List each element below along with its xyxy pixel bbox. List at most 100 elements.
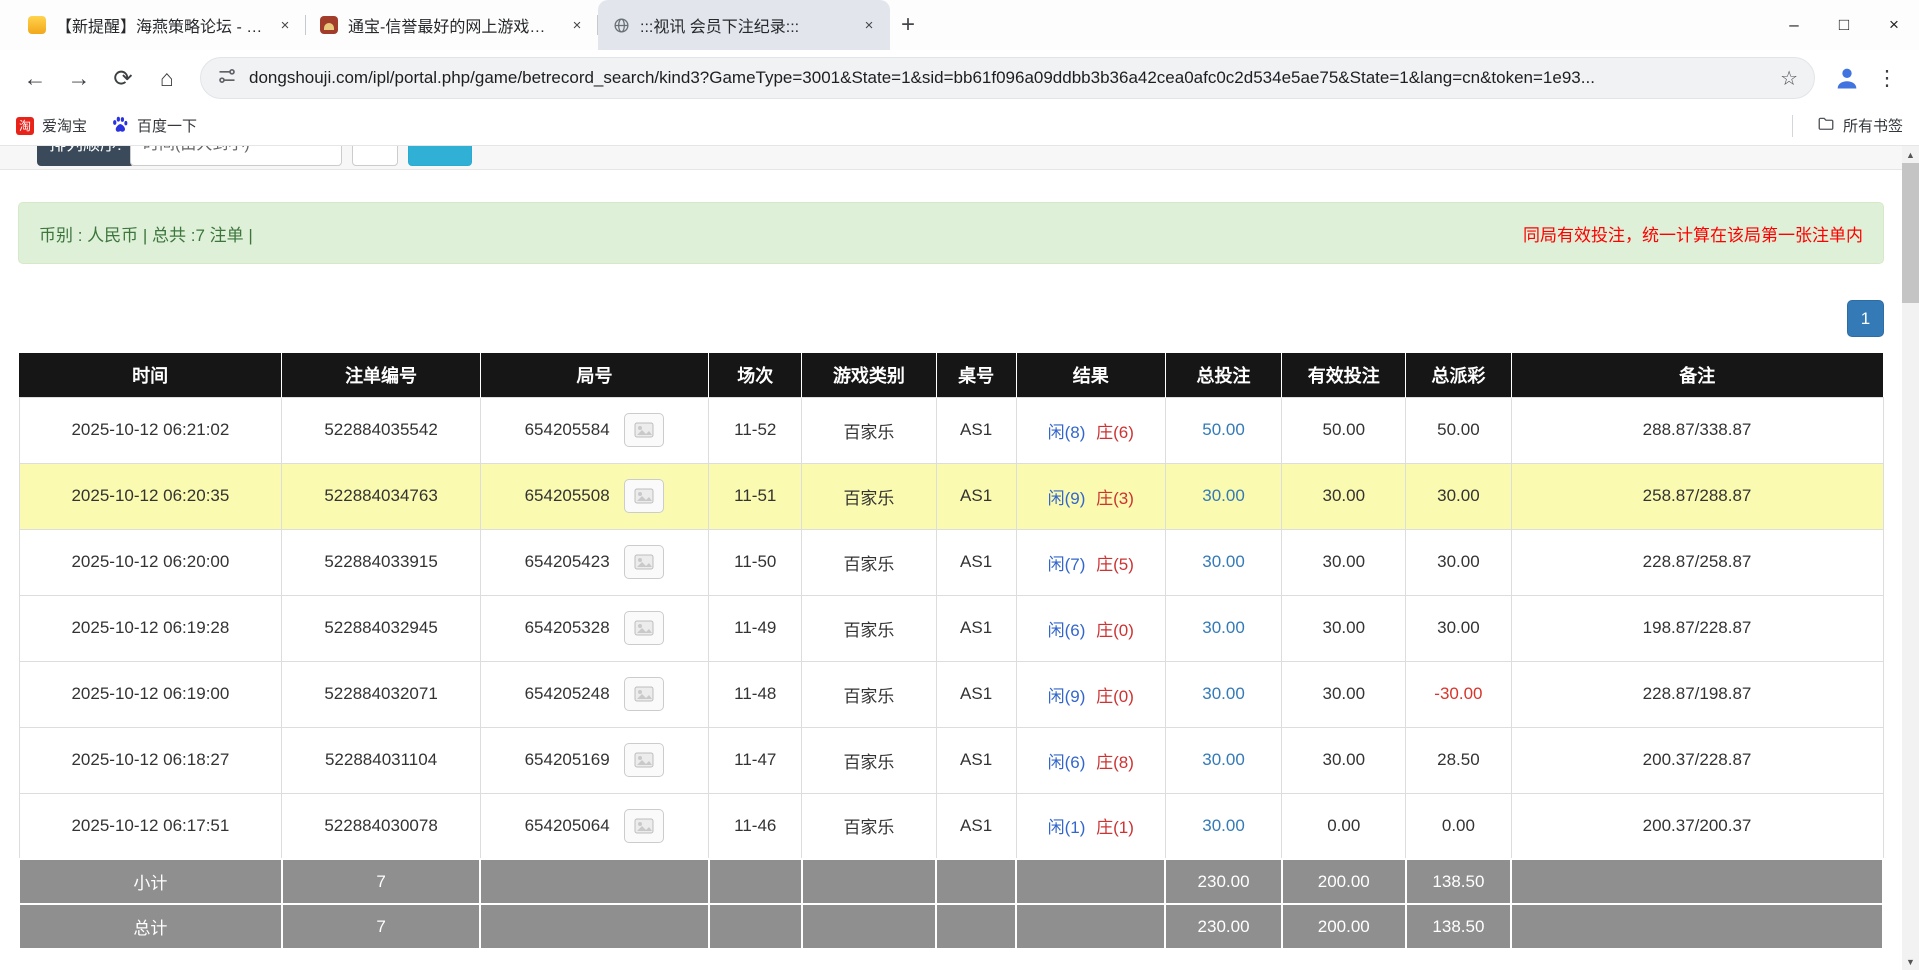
table-row: 2025-10-12 06:17:51 522884030078 6542050… [19, 793, 1883, 859]
cell-bet-id: 522884030078 [282, 793, 481, 859]
subtotal-label: 小计 [19, 859, 282, 904]
cell-note: 200.37/200.37 [1511, 793, 1883, 859]
cell-session: 11-47 [709, 727, 802, 793]
scroll-down-icon[interactable]: ▼ [1902, 953, 1919, 970]
replay-image-button[interactable] [624, 809, 664, 843]
cell-session: 11-51 [709, 463, 802, 529]
minimize-button[interactable]: – [1769, 0, 1819, 50]
maximize-button[interactable]: □ [1819, 0, 1869, 50]
result-banker: 庄(8) [1096, 753, 1134, 772]
all-bookmarks-button[interactable]: 所有书签 [1817, 115, 1903, 137]
site-info-icon[interactable] [217, 66, 237, 91]
bookmark-item-baidu[interactable]: 百度一下 [111, 115, 197, 137]
sort-order-input[interactable]: 时间(由大到小) [130, 146, 342, 166]
close-button[interactable]: × [1869, 0, 1919, 50]
header-bet-id: 注单编号 [282, 353, 481, 397]
window-controls: – □ × [1769, 0, 1919, 50]
page-viewport: 排列顺序: 时间(由大到小) 币别 : 人民币 | 总共 :7 注单 | 同局有… [0, 146, 1919, 970]
tab-close-icon[interactable]: × [274, 14, 296, 36]
url-text: dongshouji.com/ipl/portal.php/game/betre… [249, 68, 1768, 88]
currency-total-text: 币别 : 人民币 | 总共 :7 注单 | [39, 221, 253, 246]
cell-note: 228.87/198.87 [1511, 661, 1883, 727]
cell-session: 11-49 [709, 595, 802, 661]
replay-image-button[interactable] [624, 545, 664, 579]
vertical-scrollbar[interactable]: ▲ ▼ [1902, 146, 1919, 970]
cell-total-bet[interactable]: 30.00 [1165, 793, 1282, 859]
cell-total-bet[interactable]: 30.00 [1165, 463, 1282, 529]
cell-round: 654205064 [480, 793, 708, 859]
cell-game-type: 百家乐 [802, 463, 936, 529]
tab-bet-records-active[interactable]: :::视讯 会员下注纪录::: × [598, 0, 890, 50]
pagination: 1 [18, 300, 1884, 337]
bookmark-item-aitaobao[interactable]: 淘 爱淘宝 [16, 115, 87, 136]
bookmark-star-icon[interactable]: ☆ [1780, 66, 1798, 91]
cell-time: 2025-10-12 06:18:27 [19, 727, 282, 793]
notice-text: 同局有效投注，统一计算在该局第一张注单内 [1523, 221, 1863, 246]
cell-session: 11-52 [709, 397, 802, 463]
cell-game-type: 百家乐 [802, 529, 936, 595]
cell-session: 11-46 [709, 793, 802, 859]
tab-close-icon[interactable]: × [566, 14, 588, 36]
total-valid-bet: 200.00 [1282, 904, 1406, 949]
cell-round: 654205248 [480, 661, 708, 727]
tab-tongbao-platform[interactable]: 通宝-信誉最好的网上游戏平台 × [306, 0, 598, 50]
cell-game-type: 百家乐 [802, 793, 936, 859]
cell-payout: -30.00 [1406, 661, 1511, 727]
back-button[interactable]: ← [14, 57, 56, 99]
cell-table-no: AS1 [936, 595, 1016, 661]
tab-title: :::视讯 会员下注纪录::: [640, 13, 848, 37]
cell-total-bet[interactable]: 50.00 [1165, 397, 1282, 463]
cell-payout: 0.00 [1406, 793, 1511, 859]
cell-total-bet[interactable]: 30.00 [1165, 595, 1282, 661]
scrollbar-thumb[interactable] [1902, 163, 1919, 303]
cell-total-bet[interactable]: 30.00 [1165, 529, 1282, 595]
result-banker: 庄(0) [1096, 621, 1134, 640]
reload-button[interactable]: ⟳ [102, 57, 144, 99]
profile-button[interactable] [1827, 58, 1867, 98]
replay-image-button[interactable] [624, 413, 664, 447]
sort-order-label: 排列顺序: [37, 146, 134, 166]
menu-icon[interactable]: ⋮ [1869, 57, 1905, 99]
header-note: 备注 [1511, 353, 1883, 397]
cell-payout: 30.00 [1406, 463, 1511, 529]
tab1-favicon-icon [28, 16, 46, 34]
tab-close-icon[interactable]: × [858, 14, 880, 36]
tab-strip-tabs: 【新提醒】海燕策略论坛 - 综合 × 通宝-信誉最好的网上游戏平台 × :::视… [14, 0, 890, 50]
cell-valid-bet: 30.00 [1282, 529, 1406, 595]
cell-total-bet[interactable]: 30.00 [1165, 661, 1282, 727]
subtotal-row: 小计 7 230.00 200.00 138.50 [19, 859, 1883, 904]
cell-round: 654205328 [480, 595, 708, 661]
header-payout: 总派彩 [1406, 353, 1511, 397]
result-player: 闲(1) [1048, 818, 1086, 837]
cell-time: 2025-10-12 06:20:35 [19, 463, 282, 529]
tab2-favicon-icon [320, 16, 338, 34]
replay-image-button[interactable] [624, 743, 664, 777]
cell-game-type: 百家乐 [802, 397, 936, 463]
subtotal-payout: 138.50 [1406, 859, 1511, 904]
cell-game-type: 百家乐 [802, 727, 936, 793]
cell-valid-bet: 30.00 [1282, 595, 1406, 661]
filter-small-select[interactable] [352, 146, 398, 166]
cell-total-bet[interactable]: 30.00 [1165, 727, 1282, 793]
result-player: 闲(8) [1048, 423, 1086, 442]
bet-records-table: 时间 注单编号 局号 场次 游戏类别 桌号 结果 总投注 有效投注 总派彩 备注… [18, 353, 1884, 950]
page-1-button[interactable]: 1 [1847, 300, 1884, 337]
subtotal-total-bet: 230.00 [1165, 859, 1282, 904]
replay-image-button[interactable] [624, 677, 664, 711]
cell-valid-bet: 50.00 [1282, 397, 1406, 463]
new-tab-button[interactable]: + [890, 0, 926, 50]
scroll-up-icon[interactable]: ▲ [1902, 146, 1919, 163]
result-banker: 庄(5) [1096, 555, 1134, 574]
search-button[interactable] [408, 146, 472, 166]
cell-time: 2025-10-12 06:19:28 [19, 595, 282, 661]
forward-button[interactable]: → [58, 57, 100, 99]
cell-result: 闲(7) 庄(5) [1016, 529, 1165, 595]
replay-image-button[interactable] [624, 479, 664, 513]
cell-valid-bet: 30.00 [1282, 727, 1406, 793]
replay-image-button[interactable] [624, 611, 664, 645]
cell-round: 654205169 [480, 727, 708, 793]
address-bar[interactable]: dongshouji.com/ipl/portal.php/game/betre… [200, 57, 1815, 99]
tab-haiyan-forum[interactable]: 【新提醒】海燕策略论坛 - 综合 × [14, 0, 306, 50]
header-total-bet: 总投注 [1165, 353, 1282, 397]
home-button[interactable]: ⌂ [146, 57, 188, 99]
